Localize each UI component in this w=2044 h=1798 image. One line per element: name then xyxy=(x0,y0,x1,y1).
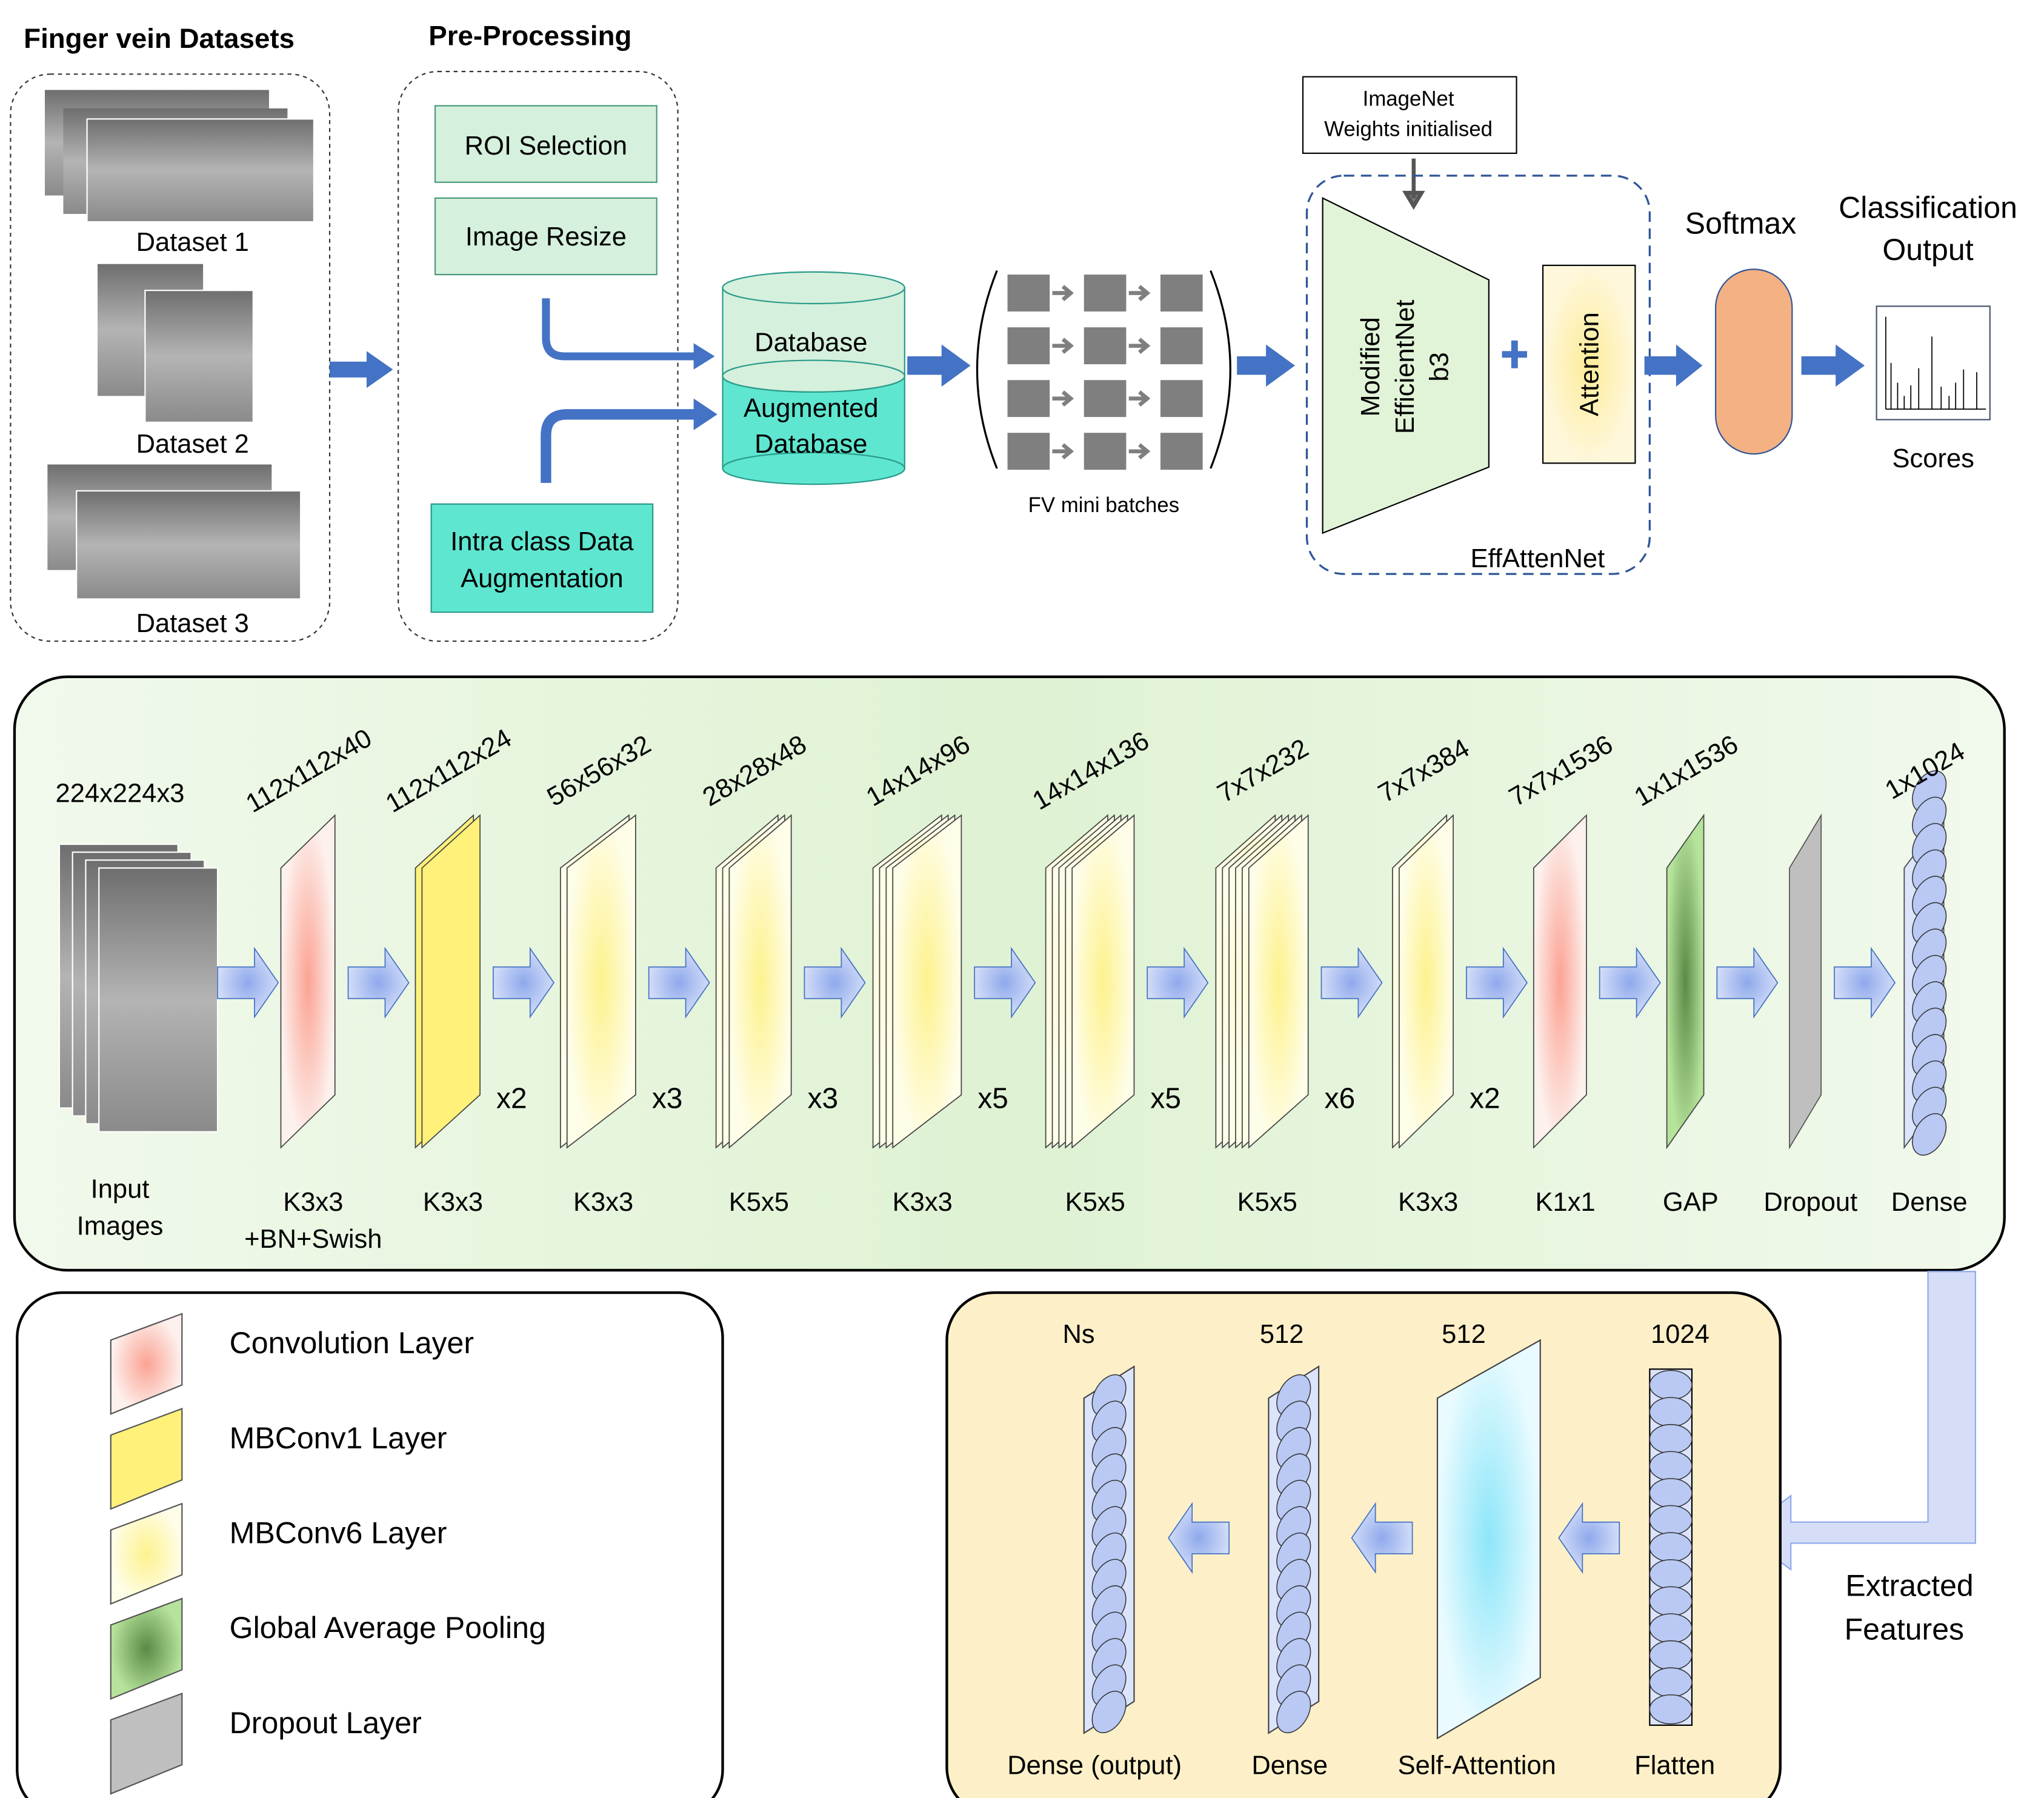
effattennet-label: EffAttenNet xyxy=(1470,544,1605,573)
extracted-label-1: Extracted xyxy=(1845,1569,1973,1603)
arrow-icon xyxy=(1237,344,1295,387)
head-layer-dimensions: 512 xyxy=(1260,1320,1304,1349)
repeat-count: x2 xyxy=(1470,1082,1500,1114)
architecture-diagram: Finger vein Datasets Dataset 1 Dataset 2… xyxy=(10,20,2017,1798)
layer-label: K3x3 xyxy=(573,1188,633,1217)
classification-label-1: Classification xyxy=(1839,191,2017,225)
layer-label: GAP xyxy=(1663,1188,1719,1217)
scores-label: Scores xyxy=(1892,444,1974,473)
softmax-label: Softmax xyxy=(1685,207,1797,241)
head-layer-dimensions: 512 xyxy=(1442,1320,1486,1349)
layer-label: K3x3 xyxy=(893,1188,953,1217)
arrow-icon xyxy=(330,351,393,388)
augmented-db-label-1: Augmented xyxy=(744,394,879,423)
backbone-label-1: Modified xyxy=(1356,317,1385,416)
layer-label: K3x3 xyxy=(423,1188,483,1217)
arrow-icon xyxy=(542,298,696,361)
layer-label: Input xyxy=(91,1174,150,1204)
head-layer-label: Dense (output) xyxy=(1007,1751,1182,1780)
dataset-1-label: Dataset 1 xyxy=(136,228,249,257)
attention-label: Attention xyxy=(1575,312,1604,416)
dataset-images xyxy=(44,90,315,600)
layer-label: K5x5 xyxy=(729,1188,789,1217)
backbone-label-3: b3 xyxy=(1425,352,1454,381)
plus-icon xyxy=(1502,340,1527,368)
repeat-count: x2 xyxy=(496,1082,527,1114)
head-layer-dimensions: Ns xyxy=(1062,1320,1094,1349)
repeat-count: x3 xyxy=(652,1082,683,1114)
mini-batches-label: FV mini batches xyxy=(1028,493,1179,517)
datasets-title: Finger vein Datasets xyxy=(24,23,295,54)
head-layer-label: Self-Attention xyxy=(1398,1751,1556,1780)
legend-label: Dropout Layer xyxy=(230,1706,422,1740)
softmax-block xyxy=(1715,268,1793,455)
legend-label: MBConv6 Layer xyxy=(230,1516,447,1550)
repeat-count: x6 xyxy=(1325,1082,1356,1114)
layer-label: K3x3 xyxy=(283,1188,343,1217)
legend-label: MBConv1 Layer xyxy=(230,1421,447,1455)
dataset-3-label: Dataset 3 xyxy=(136,609,249,638)
layer-label: Images xyxy=(77,1211,164,1240)
imagenet-label-2: Weights initialised xyxy=(1324,118,1493,141)
extracted-label-2: Features xyxy=(1845,1612,1964,1646)
image-resize-label: Image Resize xyxy=(465,222,627,251)
layer-label: +BN+Swish xyxy=(244,1225,382,1254)
repeat-count: x5 xyxy=(977,1082,1008,1114)
arrow-icon xyxy=(541,409,696,483)
layer-label: K3x3 xyxy=(1398,1188,1458,1217)
arrow-icon xyxy=(907,344,971,387)
roi-selection-label: ROI Selection xyxy=(465,132,627,161)
classification-label-2: Output xyxy=(1882,233,1973,267)
layer-dimensions: 224x224x3 xyxy=(56,779,185,808)
backbone-label-2: EfficientNet xyxy=(1391,300,1420,435)
scores-chart-icon xyxy=(1876,305,1991,421)
repeat-count: x5 xyxy=(1150,1082,1181,1114)
database-label: Database xyxy=(754,328,867,357)
augmentation-box xyxy=(430,503,654,613)
layer-label: Dropout xyxy=(1763,1188,1857,1217)
head-layer-dimensions: 1024 xyxy=(1651,1320,1709,1349)
preprocessing-title: Pre-Processing xyxy=(428,20,631,51)
head-layer-label: Flatten xyxy=(1634,1751,1715,1780)
head-layer-label: Dense xyxy=(1251,1751,1328,1780)
legend-label: Convolution Layer xyxy=(230,1326,474,1360)
augmented-db-label-2: Database xyxy=(754,430,867,459)
repeat-count: x3 xyxy=(808,1082,839,1114)
dataset-2-label: Dataset 2 xyxy=(136,430,249,459)
arrow-icon xyxy=(1801,344,1865,387)
augmentation-label-2: Augmentation xyxy=(461,564,624,593)
layer-label: K5x5 xyxy=(1237,1188,1297,1217)
layer-label: Dense xyxy=(1891,1188,1968,1217)
imagenet-label-1: ImageNet xyxy=(1363,87,1454,111)
layer-label: K1x1 xyxy=(1535,1188,1595,1217)
augmentation-label-1: Intra class Data xyxy=(450,527,634,556)
mini-batches xyxy=(976,270,1231,470)
arrow-icon xyxy=(1644,344,1703,387)
arrow-down-icon xyxy=(1402,158,1425,210)
layer-label: K5x5 xyxy=(1065,1188,1125,1217)
self-attention-layer xyxy=(1436,1339,1541,1740)
legend-label: Global Average Pooling xyxy=(230,1611,546,1645)
